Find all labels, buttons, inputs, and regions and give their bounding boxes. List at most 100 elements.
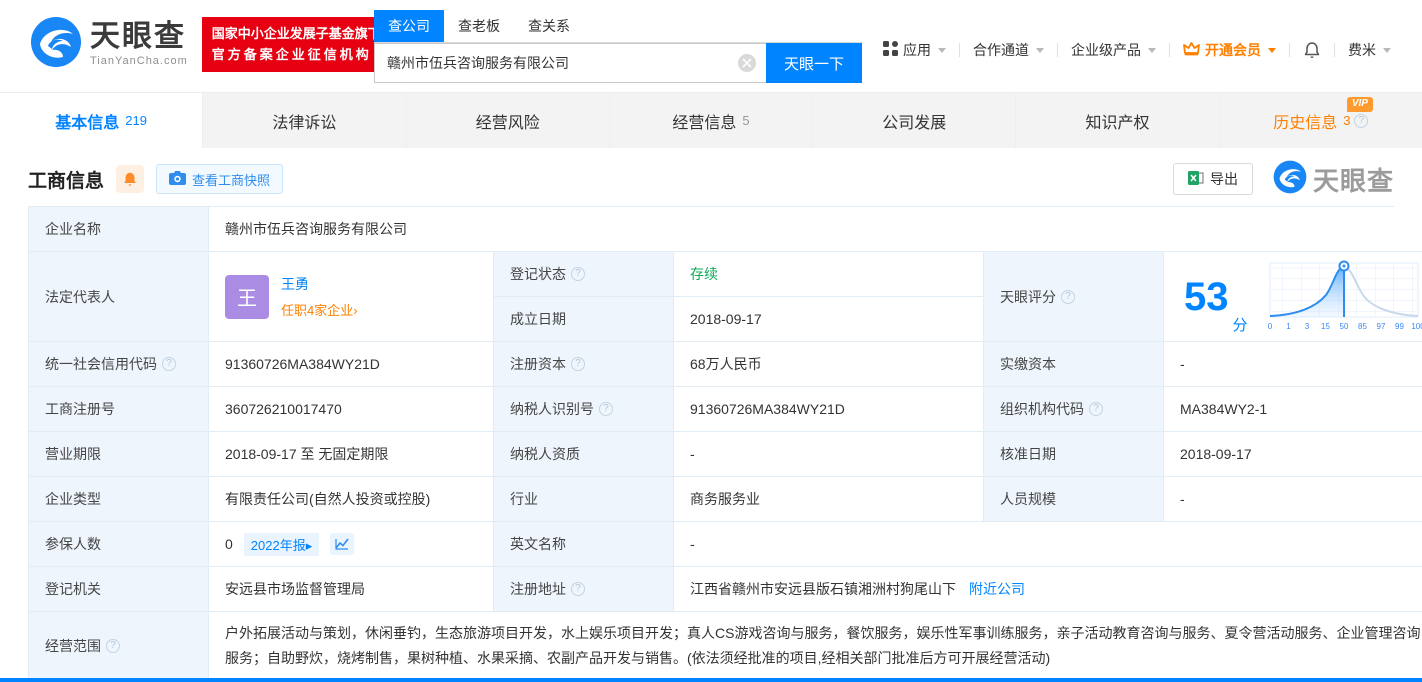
value-company-name: 赣州市伍兵咨询服务有限公司 — [209, 207, 1422, 252]
label-tianyan-score: 天眼评分 — [984, 252, 1164, 342]
help-icon[interactable] — [599, 402, 613, 416]
value-taxpayer-quality: - — [674, 432, 984, 477]
svg-text:1: 1 — [1286, 322, 1291, 331]
nearby-companies-link[interactable]: 附近公司 — [969, 579, 1025, 599]
tab-intellectual-property[interactable]: 知识产权 — [1016, 93, 1220, 148]
chevron-down-icon — [1383, 47, 1391, 53]
help-icon[interactable] — [571, 357, 585, 371]
value-business-scope: 户外拓展活动与策划，休闲垂钓，生态旅游项目开发，水上娱乐项目开发；真人CS游戏咨… — [209, 612, 1422, 680]
svg-text:100: 100 — [1411, 322, 1422, 331]
help-icon[interactable] — [106, 638, 120, 653]
label-registered-capital: 注册资本 — [494, 342, 674, 387]
menu-partner-channel[interactable]: 合作通道 — [960, 40, 1057, 60]
section-title: 工商信息 — [28, 170, 105, 192]
label-insured-count: 参保人数 — [29, 522, 209, 567]
score-unit: 分 — [1232, 317, 1248, 334]
value-company-type: 有限责任公司(自然人投资或控股) — [209, 477, 494, 522]
menu-apps[interactable]: 应用 — [870, 40, 959, 60]
chevron-down-icon — [938, 47, 946, 53]
help-icon[interactable] — [571, 267, 585, 281]
top-menu: 应用 合作通道 企业级产品 开通会员 费米 — [870, 40, 1404, 60]
label-taxpayer-quality: 纳税人资质 — [494, 432, 674, 477]
label-english-name: 英文名称 — [494, 522, 674, 567]
brand-name: 天眼查 — [90, 20, 186, 53]
label-approval-date: 核准日期 — [984, 432, 1164, 477]
value-industry: 商务服务业 — [674, 477, 984, 522]
value-establish-date: 2018-09-17 — [674, 297, 984, 342]
search-button[interactable]: 天眼一下 — [766, 43, 862, 83]
next-section-accent-bar — [0, 678, 1422, 682]
legal-rep-positions-link[interactable]: 任职4家企业› — [281, 300, 358, 319]
menu-vip-upgrade[interactable]: 开通会员 — [1170, 40, 1289, 60]
value-paid-capital: - — [1164, 342, 1422, 387]
notifications-bell-icon[interactable] — [1290, 41, 1334, 59]
label-organization-code: 组织机构代码 — [984, 387, 1164, 432]
tab-operating-risk[interactable]: 经营风险 — [407, 93, 610, 148]
crown-icon — [1183, 41, 1200, 59]
brand-domain: TianYanCha.com — [90, 55, 188, 67]
company-section-tabs: 基本信息 219 法律诉讼 经营风险 经营信息 5 公司发展 知识产权 历史信息 3 … — [0, 92, 1422, 148]
chevron-down-icon — [1036, 47, 1044, 53]
legal-rep-name-link[interactable]: 王勇 — [281, 274, 358, 294]
label-business-term: 营业期限 — [29, 432, 209, 477]
value-registration-number: 360726210017470 — [209, 387, 494, 432]
help-icon[interactable] — [162, 357, 176, 371]
excel-icon — [1187, 170, 1204, 189]
search-tab-boss[interactable]: 查老板 — [444, 10, 514, 42]
label-taxpayer-id: 纳税人识别号 — [494, 387, 674, 432]
status-badge: 存续 — [690, 266, 718, 282]
tab-company-development[interactable]: 公司发展 — [813, 93, 1017, 148]
apps-grid-icon — [883, 41, 898, 59]
monitor-bell-icon[interactable] — [116, 165, 145, 193]
search-input[interactable] — [374, 43, 766, 83]
value-organization-code: MA384WY2-1 — [1164, 387, 1422, 432]
tab-basic-info[interactable]: 基本信息 219 — [0, 93, 204, 148]
certification-badge: 国家中小企业发展子基金旗下 官方备案企业征信机构 — [201, 17, 391, 72]
svg-text:3: 3 — [1304, 322, 1309, 331]
trend-chart-icon[interactable] — [330, 533, 355, 555]
export-button[interactable]: 导出 — [1172, 163, 1253, 195]
value-registered-address: 江西省赣州市安远县版石镇湘洲村狗尾山下 附近公司 — [674, 567, 1422, 612]
svg-text:0: 0 — [1267, 322, 1272, 331]
value-taxpayer-id: 91360726MA384WY21D — [674, 387, 984, 432]
svg-text:85: 85 — [1358, 322, 1367, 331]
value-legal-representative: 王 王勇 任职4家企业› — [209, 252, 494, 342]
watermark-logo: 天眼查 — [1273, 160, 1394, 199]
menu-enterprise-products[interactable]: 企业级产品 — [1058, 40, 1169, 60]
svg-text:99: 99 — [1395, 322, 1404, 331]
help-icon[interactable] — [571, 582, 585, 596]
label-registration-status: 登记状态 — [494, 252, 674, 297]
label-staff-size: 人员规模 — [984, 477, 1164, 522]
user-account-menu[interactable]: 费米 — [1335, 40, 1404, 60]
value-approval-date: 2018-09-17 — [1164, 432, 1422, 477]
help-icon[interactable] — [1089, 402, 1103, 416]
help-icon[interactable] — [1354, 113, 1369, 128]
search-tab-company[interactable]: 查公司 — [374, 10, 444, 42]
label-company-name: 企业名称 — [29, 207, 209, 252]
view-snapshot-button[interactable]: 查看工商快照 — [156, 164, 284, 194]
annual-report-tag[interactable]: 2022年报▸ — [243, 532, 320, 556]
tab-legal-proceedings[interactable]: 法律诉讼 — [203, 93, 407, 148]
label-industry: 行业 — [494, 477, 674, 522]
camera-icon — [169, 170, 187, 188]
value-staff-size: - — [1164, 477, 1422, 522]
avatar[interactable]: 王 — [225, 274, 269, 319]
tab-business-info[interactable]: 经营信息 5 — [610, 93, 814, 148]
search-tab-relation[interactable]: 查关系 — [514, 10, 584, 42]
search-type-tabs: 查公司 查老板 查关系 — [374, 10, 862, 43]
value-english-name: - — [674, 522, 1422, 567]
value-registered-capital: 68万人民币 — [674, 342, 984, 387]
tab-history-info[interactable]: 历史信息3 VIP — [1220, 93, 1422, 148]
value-business-term: 2018-09-17 至 无固定期限 — [209, 432, 494, 477]
label-registration-number: 工商注册号 — [29, 387, 209, 432]
value-tianyan-score[interactable]: 53 分 0 1 3 15 50 85 97 99 100 — [1164, 252, 1422, 342]
score-distribution-chart: 0 1 3 15 50 85 97 99 100 — [1264, 257, 1422, 336]
business-info-section-header: 工商信息 查看工商快照 导出 天眼查 — [28, 160, 1394, 199]
label-business-scope: 经营范围 — [29, 612, 209, 680]
svg-text:50: 50 — [1339, 322, 1348, 331]
value-registration-authority: 安远县市场监督管理局 — [209, 567, 494, 612]
tianyancha-logo[interactable]: 天眼查 TianYanCha.com — [30, 16, 188, 73]
svg-text:15: 15 — [1321, 322, 1330, 331]
clear-search-icon[interactable] — [738, 54, 756, 72]
help-icon[interactable] — [1061, 289, 1075, 304]
